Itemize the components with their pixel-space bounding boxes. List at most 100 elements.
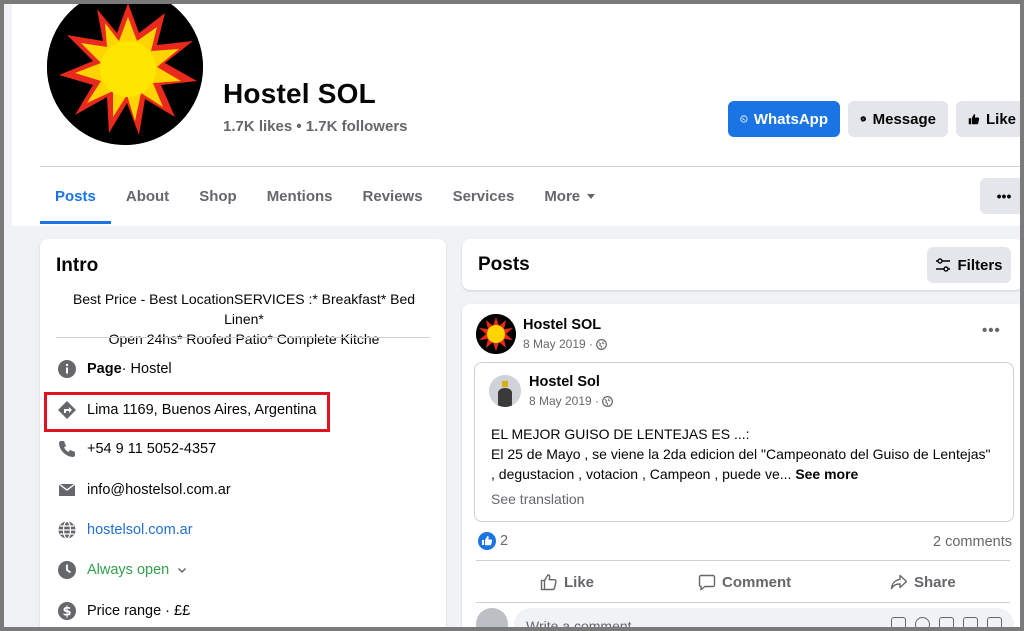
info-page-category: Page · Hostel bbox=[56, 357, 172, 381]
comment-icon bbox=[698, 574, 716, 591]
whatsapp-icon bbox=[740, 115, 748, 123]
website-link[interactable]: hostelsol.com.ar bbox=[87, 522, 193, 538]
tab-label: About bbox=[125, 187, 170, 205]
chevron-down-icon[interactable] bbox=[176, 564, 188, 576]
intro-divider bbox=[56, 337, 430, 338]
info-website[interactable]: hostelsol.com.ar bbox=[56, 518, 193, 542]
page-title: Hostel SOL bbox=[223, 78, 376, 109]
comment-input[interactable]: Write a comment... bbox=[514, 608, 1014, 631]
thumbs-up-outline-icon bbox=[540, 574, 557, 591]
tab-label: Reviews bbox=[362, 187, 423, 205]
phone-icon bbox=[56, 438, 78, 460]
posts-title: Posts bbox=[478, 254, 530, 275]
page-stats: 1.7K likes • 1.7K followers bbox=[223, 118, 408, 135]
reaction-count: 2 bbox=[500, 533, 509, 549]
intro-bio-line: Open 24hs* Roofed Patio* Complete Kitche bbox=[108, 331, 380, 347]
posts-header-card: Posts Filters bbox=[462, 239, 1024, 290]
post-divider bbox=[476, 560, 1010, 561]
globe-icon bbox=[596, 338, 608, 350]
comment-placeholder: Write a comment... bbox=[526, 618, 644, 631]
sticker-icon[interactable] bbox=[987, 617, 1002, 631]
tab-mentions[interactable]: Mentions bbox=[252, 168, 348, 224]
address-highlight-box bbox=[44, 392, 330, 432]
message-button[interactable]: Message bbox=[848, 101, 948, 137]
emoji-icon[interactable] bbox=[915, 617, 930, 631]
see-translation-link[interactable]: See translation bbox=[491, 491, 584, 507]
like-post-button[interactable]: Like bbox=[540, 568, 594, 596]
info-hours[interactable]: Always open bbox=[56, 558, 188, 582]
clock-icon bbox=[56, 559, 78, 581]
info-price-range: $ Price range · ££ bbox=[56, 599, 190, 623]
tab-label: Mentions bbox=[266, 187, 333, 205]
more-options-button[interactable]: ••• bbox=[980, 178, 1024, 214]
like-reaction-icon bbox=[478, 532, 496, 550]
svg-text:$: $ bbox=[62, 605, 71, 620]
share-button[interactable]: Share bbox=[890, 568, 956, 596]
post-author-name[interactable]: Hostel SOL bbox=[523, 317, 601, 333]
tab-shop[interactable]: Shop bbox=[184, 168, 252, 224]
reactions-summary[interactable]: 2 bbox=[478, 532, 508, 550]
like-label: Like bbox=[985, 110, 1016, 128]
globe-icon bbox=[56, 519, 78, 541]
price-range-text: Price range · ££ bbox=[87, 603, 191, 619]
shared-author-name[interactable]: Hostel Sol bbox=[529, 374, 600, 390]
share-icon bbox=[890, 574, 908, 590]
info-icon bbox=[56, 358, 78, 380]
post-timestamp[interactable]: 8 May 2019 · bbox=[523, 337, 608, 351]
caret-down-icon bbox=[587, 194, 596, 199]
camera-icon[interactable] bbox=[939, 617, 954, 631]
viewer-avatar bbox=[476, 608, 508, 631]
post-card: Hostel SOL 8 May 2019 · ••• Hostel Sol 8… bbox=[462, 304, 1024, 631]
messenger-icon bbox=[860, 116, 867, 122]
info-phone[interactable]: +54 9 11 5052-4357 bbox=[56, 437, 216, 461]
sliders-icon bbox=[936, 258, 951, 272]
shared-post[interactable]: Hostel Sol 8 May 2019 · EL MEJOR GUISO D… bbox=[474, 362, 1014, 522]
header-left-gap bbox=[0, 0, 12, 226]
tab-label: Posts bbox=[55, 187, 96, 205]
like-page-button[interactable]: Like bbox=[956, 101, 1024, 137]
filters-button[interactable]: Filters bbox=[927, 247, 1011, 283]
shared-text-line: El 25 de Mayo , se viene la 2da edicion … bbox=[491, 446, 991, 462]
gif-icon[interactable] bbox=[963, 617, 978, 631]
thumbs-up-icon bbox=[968, 114, 980, 125]
share-action-label: Share bbox=[914, 573, 956, 591]
filters-label: Filters bbox=[957, 256, 1003, 274]
post-date-text: 8 May 2019 · bbox=[523, 337, 594, 351]
intro-bio-line: Best Price - Best LocationSERVICES :* Br… bbox=[72, 291, 416, 327]
comments-count-link[interactable]: 2 comments bbox=[933, 534, 1012, 550]
mail-icon bbox=[56, 479, 78, 501]
tab-more[interactable]: More bbox=[529, 168, 611, 224]
info-email[interactable]: info@hostelsol.com.ar bbox=[56, 478, 231, 502]
comment-tools bbox=[891, 617, 1002, 631]
sun-logo-icon bbox=[476, 314, 516, 354]
shared-author-avatar[interactable] bbox=[489, 375, 521, 407]
email-text: info@hostelsol.com.ar bbox=[87, 482, 231, 498]
message-label: Message bbox=[872, 110, 936, 128]
see-more-link[interactable]: See more bbox=[795, 466, 858, 482]
page-category: · Hostel bbox=[121, 361, 172, 377]
whatsapp-label: WhatsApp bbox=[753, 110, 828, 128]
page-label: Page bbox=[87, 361, 122, 377]
tab-reviews[interactable]: Reviews bbox=[348, 168, 438, 224]
shared-timestamp[interactable]: 8 May 2019 · bbox=[529, 394, 614, 408]
avatar-sticker-icon[interactable] bbox=[891, 617, 906, 631]
phone-text: +54 9 11 5052-4357 bbox=[87, 441, 217, 457]
globe-icon bbox=[602, 395, 614, 407]
shared-text-line: EL MEJOR GUISO DE LENTEJAS ES ...: bbox=[491, 426, 750, 442]
person-photo-icon bbox=[489, 375, 521, 407]
post-divider bbox=[476, 602, 1010, 603]
shared-text-line-with-see-more: , degustacion , votacion , Campeon , pue… bbox=[491, 464, 1011, 484]
tab-posts[interactable]: Posts bbox=[40, 168, 111, 224]
tab-about[interactable]: About bbox=[111, 168, 184, 224]
post-author-avatar[interactable] bbox=[476, 314, 516, 354]
comment-button[interactable]: Comment bbox=[698, 568, 791, 596]
shared-text-line: , degustacion , votacion , Campeon , pue… bbox=[491, 466, 792, 482]
tab-services[interactable]: Services bbox=[438, 168, 530, 224]
whatsapp-button[interactable]: WhatsApp bbox=[728, 101, 840, 137]
post-options-button[interactable]: ••• bbox=[982, 322, 1001, 339]
like-action-label: Like bbox=[564, 573, 595, 591]
tab-label: Services bbox=[452, 187, 515, 205]
comment-action-label: Comment bbox=[722, 573, 792, 591]
header-divider bbox=[40, 166, 1024, 167]
tab-label: More bbox=[544, 187, 581, 205]
